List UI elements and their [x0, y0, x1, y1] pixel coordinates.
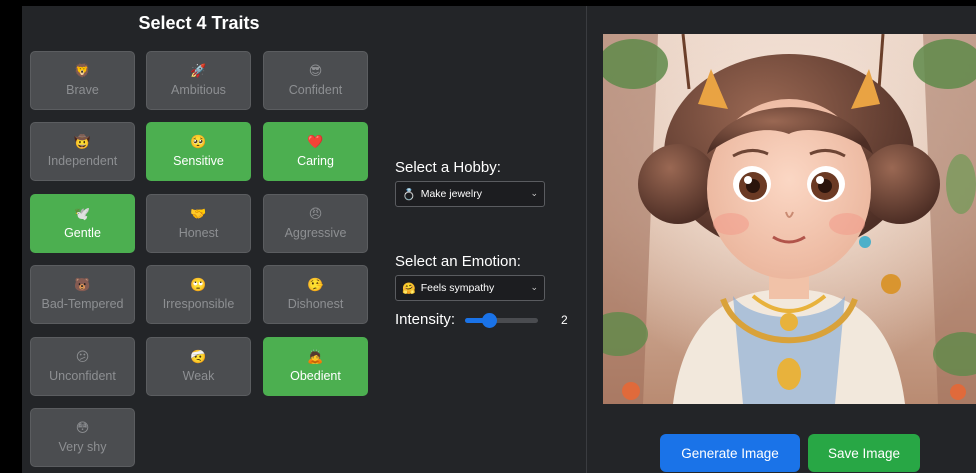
generate-image-button[interactable]: Generate Image: [660, 434, 800, 472]
trait-label: Independent: [47, 154, 118, 168]
trait-button-sensitive[interactable]: 🥺 Sensitive: [146, 122, 251, 181]
hobby-label: Select a Hobby:: [395, 159, 501, 176]
trait-label: Dishonest: [287, 297, 344, 311]
chevron-down-icon: ⌄: [530, 283, 538, 293]
trait-label: Gentle: [64, 226, 101, 240]
trait-label: Aggressive: [284, 226, 347, 240]
hobby-select[interactable]: 💍 Make jewelry ⌄: [395, 181, 545, 207]
trait-label: Weak: [182, 369, 215, 383]
hugging-face-icon: 🤗: [402, 281, 416, 295]
panel-divider: [586, 6, 587, 473]
trait-label: Confident: [288, 83, 343, 97]
trait-button-ambitious[interactable]: 🚀 Ambitious: [146, 51, 251, 110]
honest-emoji-icon: 🤝: [190, 207, 207, 222]
intensity-slider-thumb[interactable]: [482, 313, 498, 328]
irresponsible-emoji-icon: 🙄: [190, 278, 207, 293]
very-shy-emoji-icon: 😳: [75, 421, 90, 436]
trait-button-brave[interactable]: 🦁 Brave: [30, 51, 135, 110]
trait-button-dishonest[interactable]: 🤥 Dishonest: [263, 265, 368, 324]
generated-portrait-image: [603, 34, 976, 404]
trait-button-obedient[interactable]: 🙇 Obedient: [263, 337, 368, 396]
independent-emoji-icon: 🤠: [74, 135, 91, 150]
trait-button-caring[interactable]: ❤️ Caring: [263, 122, 368, 181]
trait-label: Honest: [178, 226, 219, 240]
caring-emoji-icon: ❤️: [307, 135, 324, 150]
intensity-label: Intensity:: [395, 311, 456, 328]
trait-button-gentle[interactable]: 🕊️ Gentle: [30, 194, 135, 253]
intensity-slider[interactable]: [465, 313, 538, 328]
trait-button-weak[interactable]: 🤕 Weak: [146, 337, 251, 396]
trait-label: Brave: [66, 83, 99, 97]
trait-label: Irresponsible: [162, 297, 235, 311]
ambitious-emoji-icon: 🚀: [190, 64, 207, 79]
save-image-button[interactable]: Save Image: [808, 434, 920, 472]
trait-label: Unconfident: [49, 369, 116, 383]
obedient-emoji-icon: 🙇: [307, 350, 324, 365]
traits-title: Select 4 Traits: [138, 13, 260, 33]
hobby-select-value: Make jewelry: [420, 188, 482, 200]
trait-button-honest[interactable]: 🤝 Honest: [146, 194, 251, 253]
chevron-down-icon: ⌄: [530, 189, 538, 199]
trait-label: Sensitive: [173, 154, 224, 168]
trait-button-independent[interactable]: 🤠 Independent: [30, 122, 135, 181]
trait-button-very-shy[interactable]: 😳 Very shy: [30, 408, 135, 467]
dishonest-emoji-icon: 🤥: [307, 278, 324, 293]
emotion-select-value: Feels sympathy: [420, 282, 495, 294]
ring-icon: 💍: [402, 187, 416, 201]
trait-label: Obedient: [290, 369, 341, 383]
bad-tempered-emoji-icon: 🐻: [74, 278, 91, 293]
emotion-select[interactable]: 🤗 Feels sympathy ⌄: [395, 275, 545, 301]
trait-label: Bad-Tempered: [41, 297, 124, 311]
unconfident-emoji-icon: 😕: [75, 350, 90, 365]
emotion-label: Select an Emotion:: [395, 253, 521, 270]
brave-emoji-icon: 🦁: [74, 64, 91, 79]
trait-button-aggressive[interactable]: 😠 Aggressive: [263, 194, 368, 253]
sensitive-emoji-icon: 🥺: [190, 135, 207, 150]
trait-button-confident[interactable]: 😎 Confident: [263, 51, 368, 110]
trait-label: Very shy: [58, 440, 107, 454]
trait-label: Ambitious: [171, 83, 226, 97]
trait-button-irresponsible[interactable]: 🙄 Irresponsible: [146, 265, 251, 324]
trait-label: Caring: [297, 154, 334, 168]
trait-button-bad-tempered[interactable]: 🐻 Bad-Tempered: [30, 265, 135, 324]
aggressive-emoji-icon: 😠: [308, 207, 323, 222]
trait-button-unconfident[interactable]: 😕 Unconfident: [30, 337, 135, 396]
gentle-emoji-icon: 🕊️: [74, 207, 91, 222]
weak-emoji-icon: 🤕: [190, 350, 207, 365]
intensity-value: 2: [561, 313, 568, 327]
confident-emoji-icon: 😎: [308, 64, 323, 79]
